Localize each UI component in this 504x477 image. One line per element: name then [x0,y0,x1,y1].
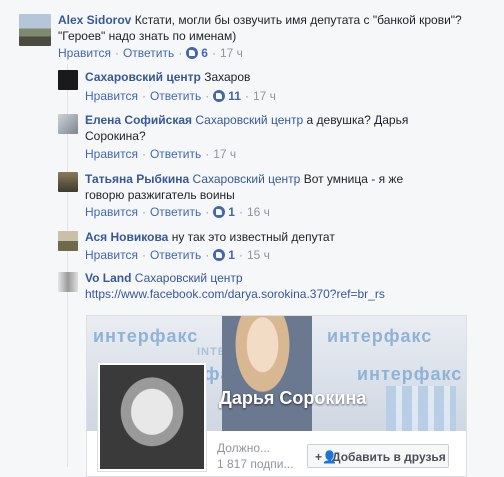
reply-author[interactable]: Сахаровский центр [85,70,201,84]
avatar[interactable] [58,70,78,90]
like-link[interactable]: Нравится [85,147,138,161]
reply-link[interactable]: Ответить [150,147,201,161]
cover-bottles [386,386,456,431]
like-count[interactable]: 1 [228,248,235,262]
reply-actions: Нравится · Ответить · 11 · 17 ч [85,89,276,103]
watermark: интерфакс [327,326,433,346]
watermark: интерфакс [93,326,199,346]
avatar[interactable] [58,231,78,251]
avatar[interactable] [19,14,51,46]
reply-text: ну так это известный депутат [171,230,335,244]
like-link[interactable]: Нравится [85,205,138,219]
reply-link[interactable]: Ответить [150,248,201,262]
like-icon [213,206,226,218]
reply-link[interactable]: Ответить [150,205,201,219]
reply-author[interactable]: Ася Новикова [85,230,168,244]
avatar[interactable] [58,114,78,134]
cover-person [222,316,312,431]
link-preview-card[interactable]: интерфакс интерфакс INTERFAX интерфакс и… [86,315,467,477]
like-link[interactable]: Нравится [85,89,138,103]
reply-actions: Нравится · Ответить · 17 ч [85,147,237,161]
url-link[interactable]: https://www.facebook.com/darya.sorokina.… [85,287,385,301]
timestamp[interactable]: 16 ч [247,205,270,219]
add-friend-label: Добавить в друзья [332,450,446,464]
preview-page-name[interactable]: Дарья Сорокина [219,388,366,409]
mention-link[interactable]: Сахаровский центр [135,271,243,285]
like-icon [213,249,226,261]
reply-actions: Нравится · Ответить · 1 · 15 ч [85,248,270,262]
mention-link[interactable]: Сахаровский центр [195,113,303,127]
timestamp[interactable]: 15 ч [247,248,270,262]
watermark: интерфакс [357,364,463,384]
add-friend-icon: +👤 [315,450,337,464]
timestamp[interactable]: 17 ч [220,46,243,60]
like-count[interactable]: 1 [228,205,235,219]
like-icon [213,90,226,102]
like-count[interactable]: 6 [201,46,208,60]
comment-actions: Нравится · Ответить · 6 · 17 ч [58,46,243,60]
add-friend-button[interactable]: +👤 Добавить в друзья [307,444,449,468]
profile-picture[interactable] [97,362,207,472]
reply-author[interactable]: Vo Land [85,271,131,285]
mention-link[interactable]: Сахаровский центр [193,172,301,186]
reply-actions: Нравится · Ответить · 1 · 16 ч [85,205,270,219]
reply-link[interactable]: Ответить [123,46,174,60]
timestamp[interactable]: 17 ч [213,147,236,161]
like-icon [186,47,199,59]
like-count[interactable]: 11 [228,89,241,103]
reply-link[interactable]: Ответить [150,89,201,103]
preview-followers: 1 817 подпи... [217,457,294,471]
timestamp[interactable]: 17 ч [253,89,276,103]
like-link[interactable]: Нравится [85,248,138,262]
like-link[interactable]: Нравится [58,46,111,60]
preview-subtitle: Должно... [217,441,271,455]
comment-author[interactable]: Alex Sidorov [58,13,131,27]
reply-author[interactable]: Елена Софийская [85,113,192,127]
reply-author[interactable]: Татьяна Рыбкина [85,172,189,186]
avatar[interactable] [58,272,78,292]
avatar[interactable] [58,172,78,192]
reply-text: Захаров [204,70,251,84]
